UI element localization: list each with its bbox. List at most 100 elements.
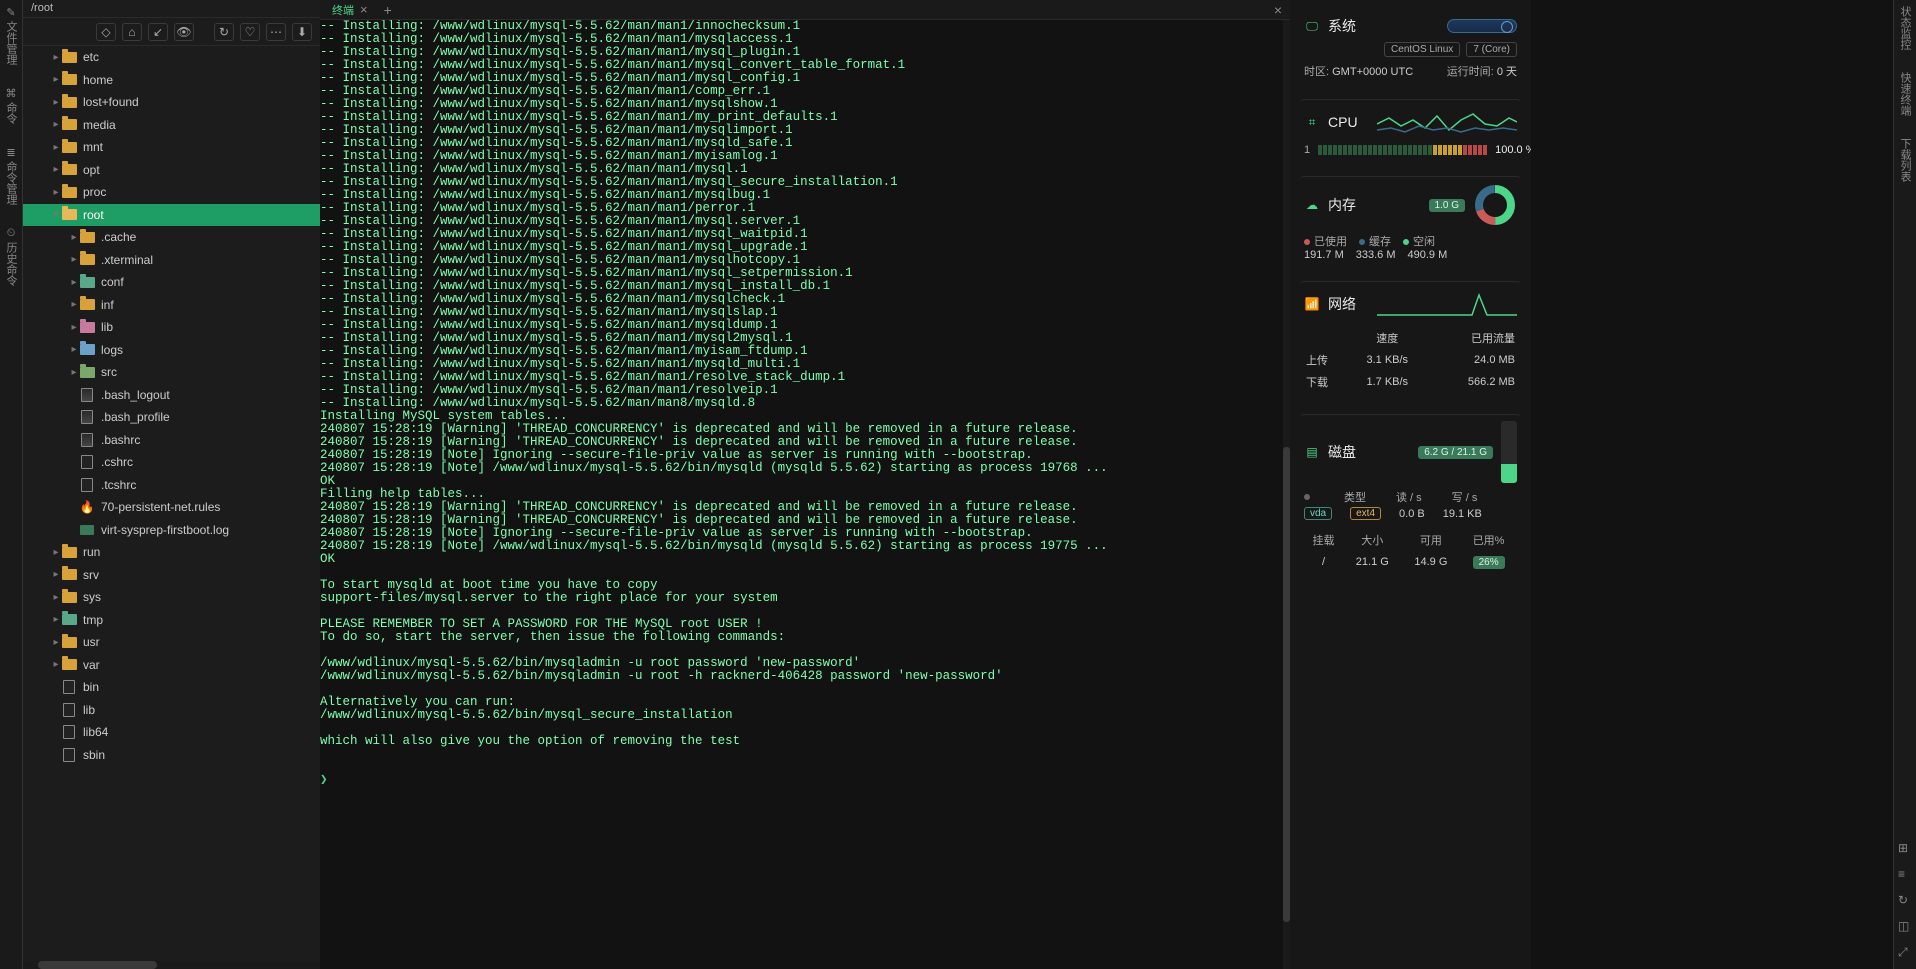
tree-item-mnt[interactable]: ▸mnt <box>23 136 320 159</box>
caret-icon: ▸ <box>51 592 61 603</box>
terminal-vscrollbar[interactable] <box>1283 20 1290 969</box>
disk-vertical-bar <box>1501 421 1517 483</box>
tree-label: logs <box>101 343 123 357</box>
tb-diamond-icon[interactable]: ◇ <box>96 23 116 41</box>
tree-item-lost+found[interactable]: ▸lost+found <box>23 91 320 114</box>
tree-label: lib <box>83 703 95 717</box>
tree-item-.cache[interactable]: ▸.cache <box>23 226 320 249</box>
caret-icon: ▸ <box>51 97 61 108</box>
tree-item-.cshrc[interactable]: .cshrc <box>23 451 320 474</box>
rail-item-history[interactable]: ⏲历史命令 <box>3 227 19 286</box>
tree-item-run[interactable]: ▸run <box>23 541 320 564</box>
tb-favorite-icon[interactable]: ♡ <box>240 23 260 41</box>
tree-item-media[interactable]: ▸media <box>23 114 320 137</box>
cpu-bar <box>1318 145 1487 155</box>
folder-icon <box>79 252 95 268</box>
left-rail: ✎文件管理 ⌘命令 ≣命令管理 ⏲历史命令 <box>0 0 23 969</box>
tab-terminal[interactable]: 终端 × <box>324 0 376 19</box>
tree-item-.bash_logout[interactable]: .bash_logout <box>23 384 320 407</box>
terminal-prompt[interactable]: ❯ <box>320 774 1282 787</box>
section-memory: ☁ 内存 1.0 G 已使用 缓存 空闲 191.7 M 333.6 M 490… <box>1300 176 1521 271</box>
rules-file-icon: 🔥 <box>79 499 95 515</box>
monitor-icon: 🖵 <box>1304 18 1320 34</box>
tree-item-conf[interactable]: ▸conf <box>23 271 320 294</box>
shell-file-icon <box>79 387 95 403</box>
rail-item-command[interactable]: ⌘命令 <box>3 87 19 124</box>
file-hscrollbar[interactable] <box>23 961 320 969</box>
tab-add-button[interactable]: + <box>384 2 392 18</box>
tree-item-.tcshrc[interactable]: .tcshrc <box>23 474 320 497</box>
tree-item-root[interactable]: ▾root <box>23 204 320 227</box>
tree-item-sbin[interactable]: sbin <box>23 744 320 767</box>
tab-close-icon[interactable]: × <box>360 2 368 17</box>
rail-item-quick-terminal[interactable]: 快速终端 <box>1897 72 1913 116</box>
tree-item-lib64[interactable]: lib64 <box>23 721 320 744</box>
tree-item-logs[interactable]: ▸logs <box>23 339 320 362</box>
section-title: 网络 <box>1328 294 1369 314</box>
rail-item-downloads[interactable]: 下载列表 <box>1897 138 1913 182</box>
cpu-cores: 1 <box>1304 144 1310 156</box>
tree-item-opt[interactable]: ▸opt <box>23 159 320 182</box>
caret-icon: ▾ <box>51 209 61 220</box>
plus-icon[interactable]: ⊞ <box>1898 841 1912 855</box>
section-title: CPU <box>1328 114 1369 130</box>
tree-item-proc[interactable]: ▸proc <box>23 181 320 204</box>
path-bar[interactable]: /root <box>23 0 320 18</box>
tb-collapse-icon[interactable]: ↙ <box>148 23 168 41</box>
tree-item-.xterminal[interactable]: ▸.xterminal <box>23 249 320 272</box>
folder-icon <box>61 612 77 628</box>
log-file-icon <box>79 522 95 538</box>
tree-item-src[interactable]: ▸src <box>23 361 320 384</box>
rail-item-status[interactable]: 状态监控 <box>1897 6 1913 50</box>
caret-icon: ▸ <box>69 367 79 378</box>
network-table: 速度已用流量 上传3.1 KB/s24.0 MB 下载1.7 KB/s566.2… <box>1304 326 1517 394</box>
tree-item-sys[interactable]: ▸sys <box>23 586 320 609</box>
tb-eye-icon[interactable]: 👁 <box>174 23 194 41</box>
cloud-icon: ☁ <box>1304 197 1320 213</box>
tb-home-icon[interactable]: ⌂ <box>122 23 142 41</box>
terminal-panel: 终端 × + × -- Installing: /www/wdlinux/mys… <box>320 0 1290 969</box>
tree-label: sbin <box>83 748 105 762</box>
folder-icon <box>61 657 77 673</box>
terminal-text: -- Installing: /www/wdlinux/mysql-5.5.62… <box>320 20 1282 748</box>
tb-refresh-icon[interactable]: ↻ <box>214 23 234 41</box>
tree-item-home[interactable]: ▸home <box>23 69 320 92</box>
section-disk: ▤ 磁盘 6.2 G / 21.1 G 类型 读 / s 写 / s vda e… <box>1300 414 1521 582</box>
terminal-tabbar: 终端 × + × <box>320 0 1290 20</box>
expand-icon[interactable]: ⤢ <box>1898 945 1912 959</box>
tb-download-icon[interactable]: ⬇ <box>292 23 312 41</box>
refresh-icon[interactable]: ↻ <box>1898 893 1912 907</box>
rail-item-command-manage[interactable]: ≣命令管理 <box>3 146 19 205</box>
file-tree[interactable]: ▸etc▸home▸lost+found▸media▸mnt▸opt▸proc▾… <box>23 46 320 961</box>
tree-item-70-persistent-net.rules[interactable]: 🔥70-persistent-net.rules <box>23 496 320 519</box>
tree-item-var[interactable]: ▸var <box>23 654 320 677</box>
shell-file-icon <box>79 409 95 425</box>
rail-item-file-manager[interactable]: ✎文件管理 <box>3 6 19 65</box>
tree-item-.bash_profile[interactable]: .bash_profile <box>23 406 320 429</box>
caret-icon: ▸ <box>51 659 61 670</box>
tree-item-etc[interactable]: ▸etc <box>23 46 320 69</box>
caret-icon: ▸ <box>51 187 61 198</box>
box-icon[interactable]: ◫ <box>1898 919 1912 933</box>
search-pill[interactable] <box>1447 19 1517 33</box>
list2-icon[interactable]: ≡ <box>1898 867 1912 881</box>
folder-icon <box>79 364 95 380</box>
section-title: 系统 <box>1328 16 1439 36</box>
tree-item-tmp[interactable]: ▸tmp <box>23 609 320 632</box>
folder-icon <box>61 567 77 583</box>
terminal-output[interactable]: -- Installing: /www/wdlinux/mysql-5.5.62… <box>320 20 1290 969</box>
tree-item-lib[interactable]: ▸lib <box>23 316 320 339</box>
tb-more-icon[interactable]: ⋯ <box>266 23 286 41</box>
tree-item-lib[interactable]: lib <box>23 699 320 722</box>
caret-icon: ▸ <box>51 74 61 85</box>
tree-item-bin[interactable]: bin <box>23 676 320 699</box>
caret-icon: ▸ <box>51 142 61 153</box>
tree-item-srv[interactable]: ▸srv <box>23 564 320 587</box>
memory-donut <box>1473 183 1517 227</box>
tree-item-.bashrc[interactable]: .bashrc <box>23 429 320 452</box>
panel-close-icon[interactable]: × <box>1274 2 1290 18</box>
tree-item-inf[interactable]: ▸inf <box>23 294 320 317</box>
caret-icon: ▸ <box>51 547 61 558</box>
tree-item-usr[interactable]: ▸usr <box>23 631 320 654</box>
tree-item-virt-sysprep-firstboot.log[interactable]: virt-sysprep-firstboot.log <box>23 519 320 542</box>
